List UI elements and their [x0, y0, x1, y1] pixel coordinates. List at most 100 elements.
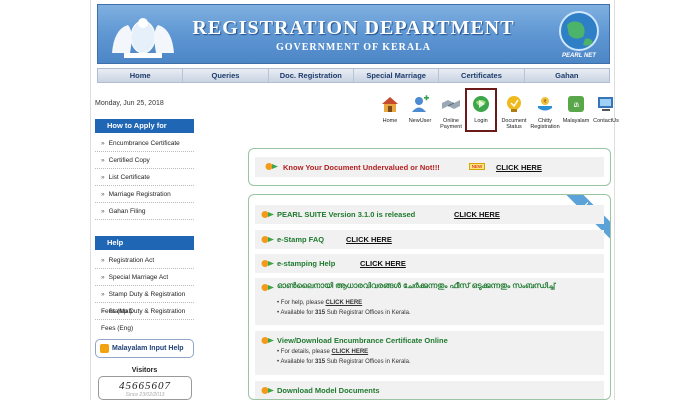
encumbrance-online-row: View/Download Encumbrance Certificate On… [255, 331, 604, 375]
encumbrance-available-line: Available for 315 Sub Registrar Offices … [277, 359, 411, 365]
sidebar-item-marriage-registration[interactable]: Marriage Registration [95, 186, 194, 203]
malayalam-input-help-label: Malayalam Input Help [112, 345, 184, 352]
encumbrance-office-count: 315 [315, 359, 326, 365]
pearl-suite-link[interactable]: CLICK HERE [454, 210, 500, 219]
encumbrance-available-suffix: Sub Registrar Offices in Kerala. [326, 359, 411, 365]
contactus-shortcut-label: ContactUs [593, 118, 619, 124]
estamp-faq-row: e-Stamp FAQ CLICK HERE [255, 230, 604, 249]
pearl-globe-icon: PEARL NET [559, 11, 599, 59]
aadhaar-online-row: ഓൺലൈനായി ആധാരവിവരങ്ങൾ ചേർക്കുന്നതും ഫീസ്… [255, 278, 604, 325]
encumbrance-online-text: View/Download Encumbrance Certificate On… [277, 336, 448, 345]
arrow-bullet-icon [261, 260, 274, 267]
pearl-suite-text: PEARL SUITE Version 3.1.0 is released [277, 210, 416, 219]
login-shortcut[interactable]: Login [465, 88, 497, 132]
arrow-bullet-icon [261, 236, 274, 243]
encumbrance-available-prefix: Available for [280, 359, 314, 365]
star-icon [100, 344, 109, 353]
chitty-registration-shortcut[interactable]: ₹ Chitty Registration [529, 90, 561, 130]
nav-certificates[interactable]: Certificates [439, 69, 525, 82]
online-payment-shortcut[interactable]: Online Payment [435, 90, 467, 130]
sidebar-item-special-marriage-act[interactable]: Special Marriage Act [95, 269, 194, 286]
model-documents-text[interactable]: Download Model Documents [277, 386, 380, 395]
current-date: Monday, Jun 25, 2018 [95, 100, 164, 107]
visitor-counter: 45665607 Since 23/02/2013 [98, 376, 192, 400]
header-banner: REGISTRATION DEPARTMENT GOVERNMENT OF KE… [97, 4, 610, 64]
nav-special-marriage[interactable]: Special Marriage [354, 69, 440, 82]
svg-text:₹: ₹ [543, 99, 546, 105]
newuser-shortcut[interactable]: NewUser [404, 90, 436, 124]
visitor-since: Since 23/02/2013 [125, 392, 165, 398]
chitty-registration-shortcut-label: Chitty Registration [530, 118, 560, 130]
visitors-label: Visitors [131, 367, 158, 374]
aadhaar-help-line: For help, please CLICK HERE [277, 300, 362, 306]
arrow-bullet-icon [261, 211, 274, 218]
login-globe-icon [473, 96, 489, 112]
nav-queries[interactable]: Queries [183, 69, 269, 82]
newuser-shortcut-label: NewUser [408, 118, 432, 124]
quick-icons-toolbar: Home NewUser Online Payment Login Docume… [374, 88, 619, 134]
aadhaar-help-prefix: For help, please [280, 300, 324, 306]
handshake-icon [442, 100, 460, 109]
arrow-bullet-icon [261, 337, 274, 344]
estamp-help-row: e-stamping Help CLICK HERE [255, 254, 604, 273]
malayalam-shortcut-label: Malayalam [562, 118, 590, 124]
know-document-row: Know Your Document Undervalued or Not!!!… [255, 157, 604, 177]
home-shortcut-label: Home [382, 118, 398, 124]
home-shortcut[interactable]: Home [374, 90, 406, 124]
aadhaar-help-link[interactable]: CLICK HERE [325, 300, 362, 306]
header-subtitle: GOVERNMENT OF KERALA [275, 42, 431, 53]
contactus-shortcut[interactable]: ContactUs [590, 90, 622, 124]
malayalam-keyboard-icon: മ [568, 96, 584, 112]
malayalam-input-help-button[interactable]: Malayalam Input Help [95, 339, 194, 358]
header-title: REGISTRATION DEPARTMENT [192, 17, 515, 39]
visitor-count: 45665607 [119, 380, 171, 392]
nav-home[interactable]: Home [98, 69, 184, 82]
encumbrance-details-prefix: For details, please [280, 349, 330, 355]
help-list: Registration Act Special Marriage Act St… [95, 252, 194, 332]
arrow-bullet-icon [261, 387, 274, 394]
nav-doc-registration[interactable]: Doc. Registration [269, 69, 354, 82]
model-documents-row: Download Model Documents [255, 381, 604, 399]
aadhaar-available-prefix: Available for [280, 310, 314, 316]
page: REGISTRATION DEPARTMENT GOVERNMENT OF KE… [90, 0, 619, 400]
know-document-text: Know Your Document Undervalued or Not!!! [283, 163, 440, 172]
encumbrance-details-link[interactable]: CLICK HERE [331, 349, 368, 355]
sidebar-item-certified-copy[interactable]: Certified Copy [95, 152, 194, 169]
sidebar-item-stamp-duty-eng[interactable]: Stamp Duty & Registration Fees (Eng) [95, 303, 194, 332]
aadhaar-available-suffix: Sub Registrar Offices in Kerala. [326, 310, 411, 316]
document-status-shortcut[interactable]: Document Status [498, 90, 530, 130]
aadhaar-office-count: 315 [315, 310, 326, 316]
sidebar-item-gahan-filing[interactable]: Gahan Filing [95, 203, 194, 220]
login-shortcut-label: Login [474, 118, 488, 124]
arrow-bullet-icon [265, 163, 278, 170]
arrow-bullet-icon [261, 284, 274, 291]
how-to-apply-list: Encumbrance Certificate Certified Copy L… [95, 135, 194, 220]
links-box: Links PEARL SUITE Version 3.1.0 is relea… [248, 194, 611, 400]
estamp-help-text: e-stamping Help [277, 259, 336, 268]
estamp-faq-text: e-Stamp FAQ [277, 235, 325, 244]
document-status-shortcut-label: Document Status [501, 118, 527, 130]
add-user-icon [412, 95, 429, 112]
online-payment-shortcut-label: Online Payment [440, 118, 462, 130]
how-to-apply-heading: How to Apply for [95, 119, 194, 133]
status-bulb-icon [507, 96, 521, 112]
main-nav: Home Queries Doc. Registration Special M… [97, 68, 610, 83]
sidebar-item-list-certificate[interactable]: List Certificate [95, 169, 194, 186]
nav-gahan[interactable]: Gahan [525, 69, 609, 82]
know-document-link[interactable]: CLICK HERE [496, 163, 542, 172]
new-badge: NEW [469, 163, 485, 170]
pearl-suite-row: PEARL SUITE Version 3.1.0 is released CL… [255, 205, 604, 224]
estamp-help-link[interactable]: CLICK HERE [360, 259, 406, 268]
aadhaar-available-line: Available for 315 Sub Registrar Offices … [277, 310, 411, 316]
sidebar-item-stamp-duty-mal[interactable]: Stamp Duty & Registration Fees (Mal) [95, 286, 194, 315]
estamp-faq-link[interactable]: CLICK HERE [346, 235, 392, 244]
aadhaar-online-text: ഓൺലൈനായി ആധാരവിവരങ്ങൾ ചേർക്കുന്നതും ഫീസ്… [277, 281, 556, 290]
contact-computer-icon [598, 97, 613, 111]
know-document-box: Know Your Document Undervalued or Not!!!… [248, 148, 611, 186]
globe-label: PEARL NET [562, 53, 597, 59]
chitty-hand-icon: ₹ [538, 97, 552, 111]
malayalam-shortcut[interactable]: മ Malayalam [560, 90, 592, 124]
sidebar-item-encumbrance[interactable]: Encumbrance Certificate [95, 135, 194, 152]
sidebar-item-registration-act[interactable]: Registration Act [95, 252, 194, 269]
house-icon [382, 97, 398, 112]
